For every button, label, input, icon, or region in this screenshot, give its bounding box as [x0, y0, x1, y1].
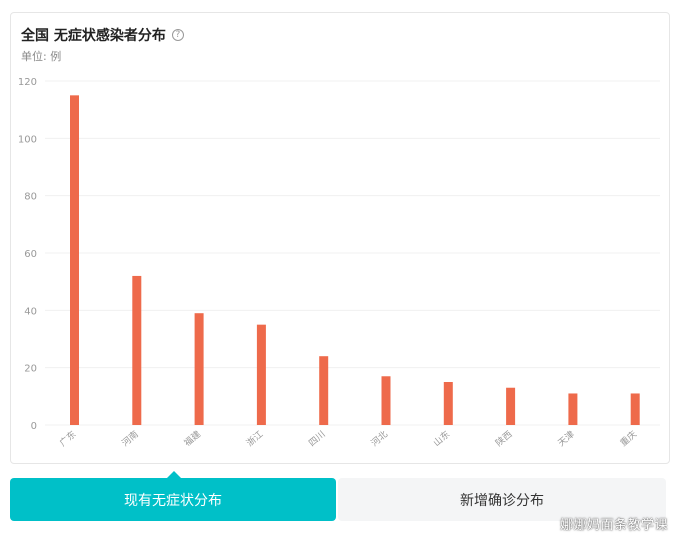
bar-1[interactable] [132, 275, 142, 425]
y-tick-label: 40 [24, 306, 37, 317]
x-tick-label: 陕西 [493, 428, 515, 449]
y-tick-label: 120 [18, 77, 37, 88]
x-tick-label: 重庆 [618, 428, 640, 449]
x-tick-label: 福建 [182, 428, 204, 449]
y-tick-label: 80 [24, 192, 37, 203]
y-axis-ticks: 0 20 40 60 80 100 120 [18, 77, 37, 432]
x-tick-label: 天津 [556, 429, 577, 449]
y-tick-label: 60 [24, 249, 37, 260]
x-tick-label: 浙江 [244, 428, 266, 449]
x-tick-label: 山东 [431, 428, 453, 449]
bars [70, 95, 640, 425]
bar-6[interactable] [443, 382, 453, 425]
x-tick-label: 河北 [368, 428, 390, 449]
y-tick-label: 20 [24, 364, 37, 375]
watermark: 娜娜妈面条教学课 [560, 518, 669, 533]
bar-3[interactable] [256, 324, 266, 425]
bar-0[interactable] [70, 95, 79, 425]
y-tick-label: 100 [18, 134, 37, 145]
bar-chart: 0 20 40 60 80 100 120 广东 河南 福建 浙江 四川 河北 山东 陕西 天津 重庆 [18, 77, 660, 449]
bar-9[interactable] [630, 393, 640, 425]
x-tick-label: 四川 [307, 430, 327, 449]
bar-8[interactable] [568, 393, 578, 425]
bar-2[interactable] [194, 313, 204, 425]
x-axis-ticks: 广东 河南 福建 浙江 四川 河北 山东 陕西 天津 重庆 [57, 428, 639, 449]
x-tick-label: 河南 [119, 428, 141, 449]
tab-current-asymptomatic[interactable]: 现有无症状分布 [10, 478, 336, 521]
bar-7[interactable] [506, 387, 516, 425]
bar-4[interactable] [319, 356, 329, 425]
y-tick-label: 0 [31, 421, 37, 432]
bar-5[interactable] [381, 376, 391, 425]
x-tick-label: 广东 [57, 428, 79, 449]
